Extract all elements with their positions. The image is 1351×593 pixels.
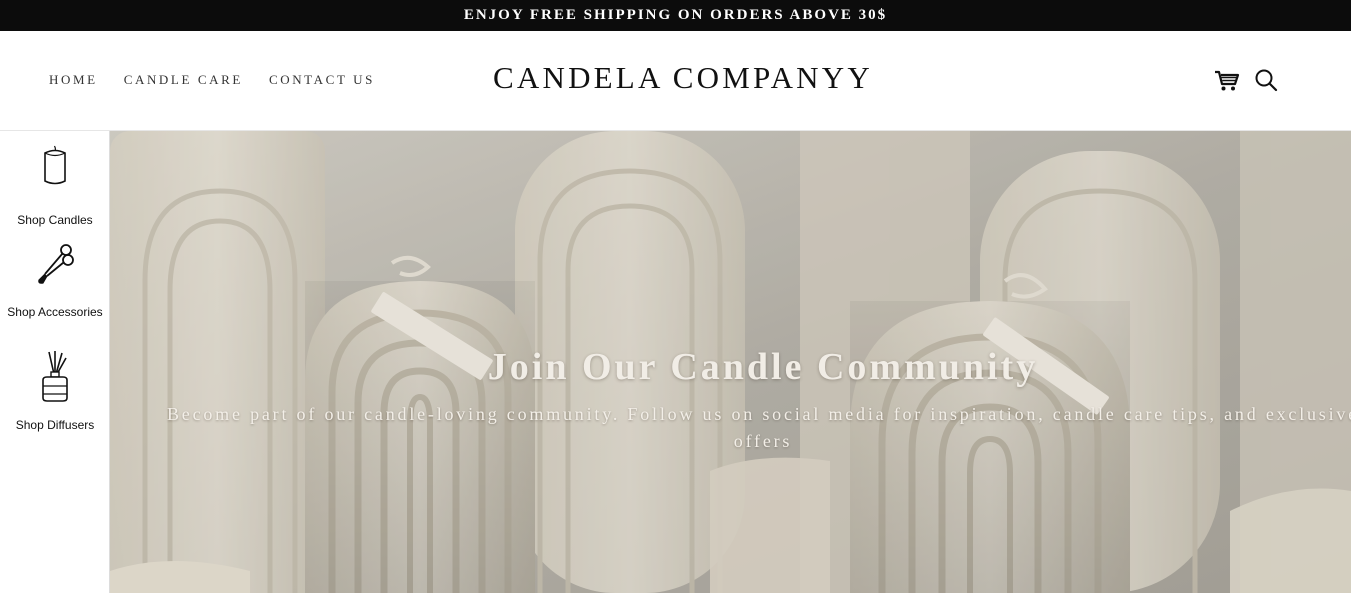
candle-icon — [44, 145, 66, 185]
search-icon[interactable] — [1253, 68, 1281, 94]
sidebar-item-diffusers[interactable]: Shop Diffusers — [0, 350, 110, 432]
reed-diffuser-icon — [42, 351, 68, 402]
announcement-bar: ENJOY FREE SHIPPING ON ORDERS ABOVE 30$ — [0, 0, 1351, 31]
hero-subtitle: Become part of our candle-loving communi… — [167, 404, 1351, 451]
sidebar-item-accessories[interactable]: Shop Accessories — [0, 241, 110, 319]
announcement-text: ENJOY FREE SHIPPING ON ORDERS ABOVE 30$ — [463, 7, 888, 23]
header-actions — [1213, 68, 1293, 94]
brand-logo-text[interactable]: CANDELA COMPANYY — [0, 60, 1351, 96]
sidebar-item-label: Shop Candles — [17, 213, 93, 227]
sidebar-item-label: Shop Diffusers — [15, 418, 95, 432]
category-sidebar: Shop Candles Shop Accessories Shop Diffu… — [0, 131, 110, 593]
hero-banner: Join Our Candle Community Become part of… — [110, 131, 1351, 593]
site-header: HOME CANDLE CARE CONTACT US CANDELA COMP… — [0, 31, 1351, 131]
sidebar-item-candles[interactable]: Shop Candles — [0, 145, 110, 227]
wick-trimmer-icon — [38, 244, 74, 284]
cart-icon[interactable] — [1213, 68, 1241, 94]
sidebar-item-label: Shop Accessories — [7, 305, 103, 319]
hero-title: Join Our Candle Community — [487, 346, 1039, 388]
